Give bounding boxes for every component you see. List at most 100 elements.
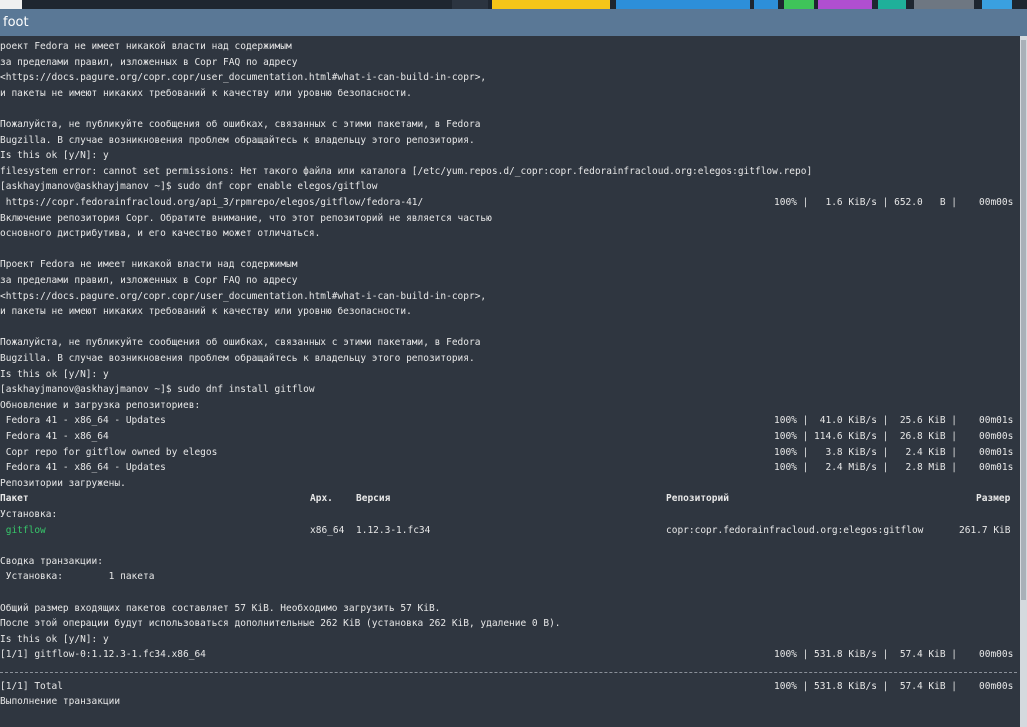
terminal-line-text: [askhayjmanov@askhayjmanov ~]$ sudo dnf … [0,384,315,396]
terminal-line: Пожалуйста, не публикуйте сообщения об о… [0,335,1017,350]
progress-stats: 100% | 3.8 KiB/s | 2.4 KiB | [774,446,958,458]
terminal-line-text: <https://docs.pagure.org/copr.copr/user_… [0,290,487,302]
terminal-line: Выполнение транзакции [0,694,1017,709]
terminal-line: <https://docs.pagure.org/copr.copr/user_… [0,70,1017,85]
progress-time: 00m00s [979,197,1014,208]
terminal-line-text: Fedora 41 - x86_64 - Updates [0,462,166,474]
terminal-line: filesystem error: cannot set permissions… [0,164,1017,179]
terminal-line: Bugzilla. В случае возникновения проблем… [0,351,1017,366]
terminal-line-text: Включение репозитория Copr. Обратите вни… [0,212,492,224]
window-titlebar[interactable]: foot [0,9,1027,36]
taskbar-item[interactable] [0,0,22,9]
terminal-line-text: Fedora 41 - x86_64 [0,431,109,442]
terminal-line-text: за пределами правил, изложенных в Copr F… [0,56,298,68]
table-cell-size: 261.7 KiB [959,524,1011,536]
terminal-line: Is this ok [y/N]: y [0,632,1017,647]
desktop-taskbar [0,0,1027,9]
progress-time: 00m00s [979,680,1014,692]
terminal-line: После этой операции будут использоваться… [0,616,1017,631]
table-cell-version: 1.12.3-1.fc34 [356,524,431,536]
terminal-line: Общий размер входящих пакетов составляет… [0,601,1017,616]
terminal-line-text: Пожалуйста, не публикуйте сообщения об о… [0,337,481,349]
terminal-line: основного дистрибутива, и его качество м… [0,226,1017,241]
terminal-line-text: [1/1] Total [0,680,63,692]
terminal-line-text: Is this ok [y/N]: y [0,633,109,645]
terminal-line: Установка: 1 пакета [0,569,1017,584]
progress-time: 00m00s [979,649,1014,661]
terminal-line: <https://docs.pagure.org/copr.copr/user_… [0,289,1017,304]
terminal-line-text: Установка: 1 пакета [0,571,155,583]
terminal-line-text: filesystem error: cannot set permissions… [0,165,813,177]
terminal-line-text: Установка: [0,509,58,520]
taskbar-item[interactable] [914,0,974,9]
terminal-line: Пакет Арх. Версия Репозиторий Размер [0,491,1017,506]
taskbar-item[interactable] [982,0,1012,9]
terminal-line-text: Общий размер входящих пакетов составляет… [0,602,441,614]
terminal-line: https://copr.fedorainfracloud.org/api_3/… [0,195,1017,210]
taskbar-item[interactable] [492,0,610,9]
progress-stats: 100% | 531.8 KiB/s | 57.4 KiB | [774,649,958,661]
terminal-line-text: Is this ok [y/N]: y [0,150,109,162]
terminal-line-text: Проект Fedora не имеет никакой власти на… [0,259,298,271]
terminal-line: Пожалуйста, не публикуйте сообщения об о… [0,117,1017,132]
terminal-line-text: Fedora 41 - x86_64 - Updates [0,415,166,427]
progress-stats: 100% | 531.8 KiB/s | 57.4 KiB | [774,680,958,692]
taskbar-item[interactable] [878,0,906,9]
terminal-line: Включение репозитория Copr. Обратите вни… [0,211,1017,226]
terminal-line: [1/1] Total 100% | 531.8 KiB/s | 57.4 KiB… [0,679,1017,694]
terminal-line-text: Пожалуйста, не публикуйте сообщения об о… [0,119,481,130]
progress-stats: 100% | 1.6 KiB/s | 652.0 B | [774,197,958,208]
taskbar-item[interactable] [818,0,872,9]
terminal-line: Bugzilla. В случае возникновения проблем… [0,133,1017,148]
terminal-line-text: Is this ok [y/N]: y [0,368,109,380]
table-header-arch: Арх. [310,493,333,505]
table-header-package: Пакет [0,493,29,505]
progress-time: 00m01s [979,462,1014,474]
terminal-line: за пределами правил, изложенных в Copr F… [0,273,1017,288]
terminal-line-text: Обновление и загрузка репозиториев: [0,399,201,411]
terminal-line-text: за пределами правил, изложенных в Copr F… [0,275,298,286]
terminal-line-text: Copr repo for gitflow owned by elegos [0,446,218,458]
terminal-line-text: <https://docs.pagure.org/copr.copr/user_… [0,72,487,84]
table-header-size: Размер [976,493,1011,505]
terminal-line: Fedora 41 - x86_64 - Updates 100% | 41.0 … [0,413,1017,428]
scrollbar-thumb[interactable] [1021,40,1026,600]
terminal-line-text: Репозитории загружены. [0,477,126,489]
terminal-line-text: [askhayjmanov@askhayjmanov ~]$ sudo dnf … [0,181,378,193]
terminal-line-text: Bugzilla. В случае возникновения проблем… [0,134,475,146]
terminal-line: и пакеты не имеют никаких требований к к… [0,304,1017,319]
terminal-line-text: [1/1] gitflow-0:1.12.3-1.fc34.x86_64 [0,649,206,661]
terminal-line: Copr repo for gitflow owned by elegos 100… [0,445,1017,460]
table-cell-repo: copr:copr.fedorainfracloud.org:elegos:gi… [666,524,924,536]
terminal-line-text: основного дистрибутива, и его качество м… [0,228,321,240]
table-cell-arch: x86_64 [310,524,345,536]
table-header-repo: Репозиторий [666,493,729,505]
terminal-line: Is this ok [y/N]: y [0,367,1017,382]
terminal-line: и пакеты не имеют никаких требований к к… [0,86,1017,101]
taskbar-item[interactable] [452,0,488,9]
progress-stats: 100% | 2.4 MiB/s | 2.8 MiB | [774,462,958,474]
progress-stats: 100% | 41.0 KiB/s | 25.6 KiB | [774,415,958,427]
terminal-line-text: Выполнение транзакции [0,696,121,708]
window-title: foot [3,15,29,30]
terminal-line-text: Сводка транзакции: [0,555,103,567]
taskbar-item[interactable] [616,0,750,9]
terminal-line-text: и пакеты не имеют никаких требований к к… [0,87,412,99]
taskbar-item[interactable] [784,0,814,9]
terminal-output[interactable]: роект Fedora не имеет никакой власти над… [0,36,1020,727]
progress-stats: 100% | 114.6 KiB/s | 26.8 KiB | [774,431,958,442]
terminal-line: Проект Fedora не имеет никакой власти на… [0,257,1017,272]
progress-time: 00m01s [979,446,1014,458]
terminal-line: Репозитории загружены. [0,476,1017,491]
terminal-line: Fedora 41 - x86_64 - Updates 100% | 2.4 M… [0,460,1017,475]
table-header-version: Версия [356,493,391,505]
progress-time: 00m00s [979,431,1014,442]
terminal-line: Установка: [0,507,1017,522]
terminal-line: Fedora 41 - x86_64 100% | 114.6 KiB/s | 2… [0,429,1017,444]
taskbar-item[interactable] [754,0,778,9]
